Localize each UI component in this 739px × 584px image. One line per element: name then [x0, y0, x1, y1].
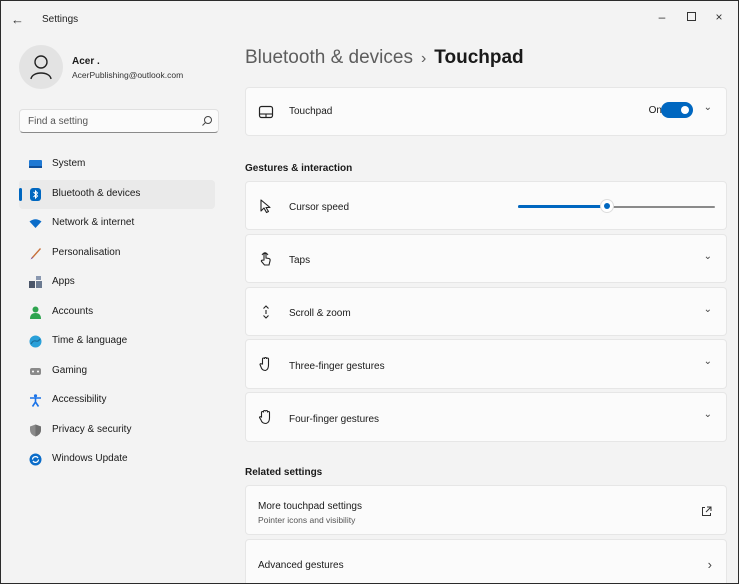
three-finger-icon	[259, 356, 270, 372]
avatar	[19, 45, 63, 89]
sidebar-item-apps[interactable]: Apps	[19, 268, 215, 298]
sidebar-item-time-language[interactable]: Time & language	[19, 327, 215, 357]
sidebar-item-label: Privacy & security	[52, 423, 132, 435]
touchpad-card[interactable]: Touchpad On ⌄	[245, 87, 727, 136]
globe-clock-icon	[29, 335, 42, 348]
sidebar-item-label: Apps	[52, 276, 75, 287]
breadcrumb: Bluetooth & devices › Touchpad	[245, 47, 524, 69]
scroll-zoom-label: Scroll & zoom	[289, 308, 351, 319]
chevron-down-icon[interactable]: ⌄	[704, 102, 712, 113]
chevron-down-icon[interactable]: ⌄	[704, 304, 712, 315]
sidebar-item-network[interactable]: Network & internet	[19, 209, 215, 239]
sidebar-item-label: Bluetooth & devices	[52, 187, 141, 199]
sidebar-item-label: Accessibility	[52, 394, 107, 405]
section-title-gestures: Gestures & interaction	[245, 163, 353, 174]
three-finger-card[interactable]: Three-finger gestures ⌄	[245, 339, 727, 389]
settings-window: ← Settings – × Acer . AcerPublishing@out…	[0, 0, 739, 584]
search-icon[interactable]	[201, 115, 213, 127]
touchpad-label: Touchpad	[289, 106, 333, 117]
minimize-button[interactable]: –	[646, 7, 678, 29]
touchpad-icon	[258, 105, 274, 119]
section-title-related: Related settings	[245, 467, 323, 478]
sidebar-item-personalisation[interactable]: Personalisation	[19, 239, 215, 269]
page-title: Touchpad	[434, 47, 524, 68]
profile-name: Acer .	[72, 56, 100, 67]
maximize-icon	[686, 12, 696, 22]
sidebar-item-system[interactable]: System	[19, 150, 215, 180]
sidebar-item-label: Gaming	[52, 364, 88, 376]
app-title: Settings	[42, 14, 79, 25]
three-finger-label: Three-finger gestures	[289, 361, 385, 372]
update-icon	[29, 453, 42, 466]
search-input[interactable]	[28, 116, 188, 127]
profile-email: AcerPublishing@outlook.com	[72, 70, 184, 80]
cursor-speed-label: Cursor speed	[289, 202, 350, 213]
tap-icon	[260, 252, 271, 266]
gamepad-icon	[30, 367, 41, 375]
sidebar-item-gaming[interactable]: Gaming	[19, 357, 215, 387]
shield-icon	[30, 424, 41, 436]
open-external-icon[interactable]	[701, 506, 712, 517]
sidebar-item-label: Time & language	[52, 335, 128, 346]
cursor-speed-card: Cursor speed	[245, 181, 727, 230]
accounts-icon	[30, 306, 41, 319]
advanced-gestures-label: Advanced gestures	[258, 560, 344, 571]
search-box[interactable]	[19, 109, 219, 133]
more-touchpad-settings-card[interactable]: More touchpad settings Pointer icons and…	[245, 485, 727, 535]
cursor-speed-slider[interactable]	[518, 199, 715, 213]
chevron-down-icon[interactable]: ⌄	[704, 251, 712, 262]
sidebar-item-windows-update[interactable]: Windows Update	[19, 445, 215, 475]
taps-label: Taps	[289, 255, 311, 266]
more-touchpad-label: More touchpad settings	[258, 501, 362, 512]
cursor-icon	[260, 199, 271, 214]
four-finger-card[interactable]: Four-finger gestures ⌄	[245, 392, 727, 442]
four-finger-label: Four-finger gestures	[289, 414, 380, 425]
slider-fill	[518, 205, 607, 208]
scroll-zoom-card[interactable]: Scroll & zoom ⌄	[245, 287, 727, 336]
apps-icon	[29, 276, 42, 288]
profile-card[interactable]: Acer . AcerPublishing@outlook.com	[19, 45, 219, 95]
more-touchpad-sub: Pointer icons and visibility	[258, 515, 356, 525]
close-button[interactable]: ×	[703, 7, 735, 29]
toggle-knob	[681, 106, 689, 114]
chevron-right-icon[interactable]: ›	[708, 557, 712, 572]
chevron-down-icon[interactable]: ⌄	[704, 409, 712, 420]
active-indicator	[19, 187, 22, 201]
system-icon	[29, 160, 42, 168]
sidebar-item-label: Network & internet	[52, 217, 135, 228]
back-button[interactable]: ←	[11, 12, 29, 28]
sidebar-item-bluetooth[interactable]: Bluetooth & devices	[19, 179, 215, 209]
toggle-state-text: On	[648, 105, 662, 116]
scroll-icon	[263, 305, 269, 319]
sidebar-item-label: Windows Update	[52, 453, 128, 464]
brush-icon	[30, 247, 41, 259]
sidebar-item-accounts[interactable]: Accounts	[19, 298, 215, 328]
sidebar-item-label: System	[52, 158, 86, 169]
chevron-down-icon[interactable]: ⌄	[704, 356, 712, 367]
taps-card[interactable]: Taps ⌄	[245, 234, 727, 283]
sidebar-item-label: Accounts	[52, 305, 94, 317]
sidebar-nav: System Bluetooth & devices Network & int…	[19, 150, 215, 475]
sidebar-item-accessibility[interactable]: Accessibility	[19, 386, 215, 416]
person-icon	[30, 55, 52, 80]
breadcrumb-separator: ›	[420, 50, 427, 67]
four-finger-icon	[258, 409, 271, 425]
advanced-gestures-card[interactable]: Advanced gestures ›	[245, 539, 727, 583]
accessibility-icon	[30, 394, 41, 407]
bluetooth-icon	[30, 187, 41, 201]
sidebar-item-label: Personalisation	[52, 246, 121, 258]
sidebar-item-privacy[interactable]: Privacy & security	[19, 416, 215, 446]
wifi-icon	[29, 219, 42, 228]
breadcrumb-parent[interactable]: Bluetooth & devices	[245, 47, 413, 68]
slider-thumb[interactable]	[599, 199, 614, 213]
touchpad-toggle[interactable]	[661, 102, 693, 118]
title-bar: ← Settings – ×	[1, 1, 738, 37]
